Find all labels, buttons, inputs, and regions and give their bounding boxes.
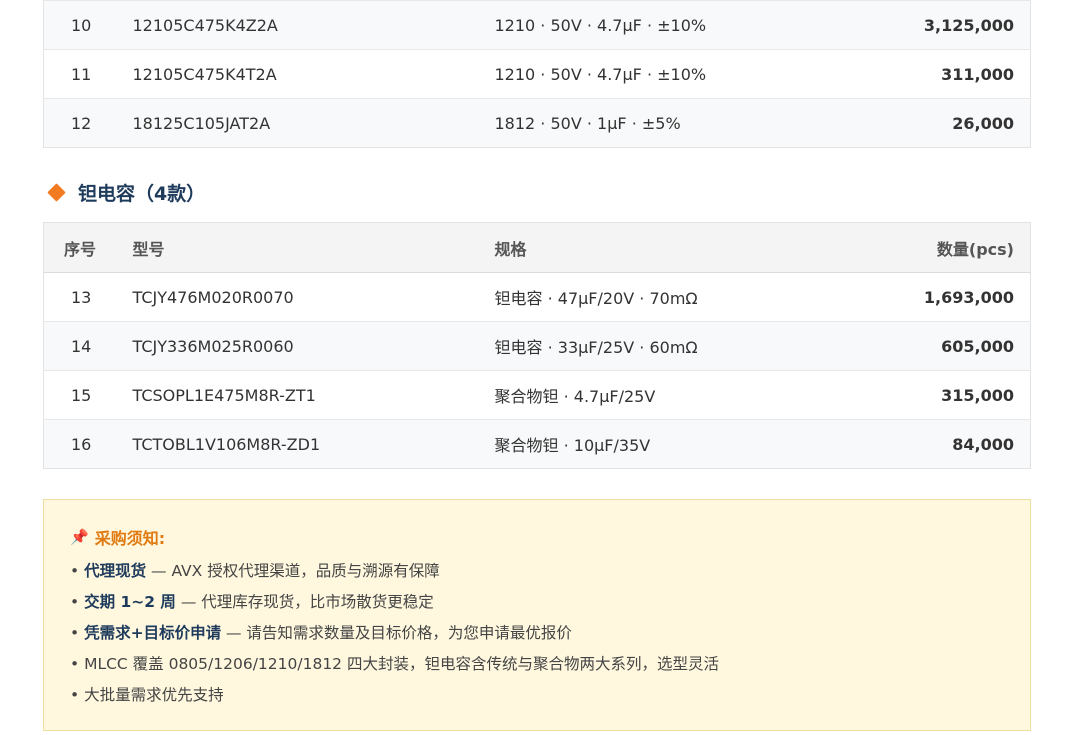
header-index: 序号: [43, 222, 132, 273]
row-index: 15: [43, 370, 132, 420]
notice-item: • 交期 1~2 周 — 代理库存现货，比市场散货更稳定: [70, 593, 434, 611]
row-model: 18125C105JAT2A: [131, 98, 494, 148]
notice-item: • 代理现货 — AVX 授权代理渠道，品质与溯源有保障: [70, 562, 440, 580]
notice-item-bold: 交期 1~2 周: [84, 593, 176, 611]
row-spec: 1812 · 50V · 1μF · ±5%: [493, 98, 896, 148]
row-spec: 1210 · 50V · 4.7μF · ±10%: [493, 0, 896, 50]
row-index: 12: [43, 98, 132, 148]
notice-title: 📌 采购须知:: [70, 525, 1004, 549]
table-row: 11 12105C475K4T2A 1210 · 50V · 4.7μF · ±…: [43, 49, 1031, 99]
row-index: 16: [43, 419, 132, 469]
table-row: 15 TCSOPL1E475M8R-ZT1 聚合物钽 · 4.7μF/25V 3…: [43, 370, 1031, 420]
row-quantity: 315,000: [895, 370, 1031, 420]
notice-item-bold: 凭需求+目标价申请: [84, 624, 222, 642]
row-spec: 聚合物钽 · 10μF/35V: [493, 419, 896, 469]
table-row: 16 TCTOBL1V106M8R-ZD1 聚合物钽 · 10μF/35V 84…: [43, 419, 1031, 469]
row-index: 13: [43, 272, 132, 322]
row-spec: 1210 · 50V · 4.7μF · ±10%: [493, 49, 896, 99]
row-quantity: 26,000: [895, 98, 1031, 148]
row-model: 12105C475K4Z2A: [131, 0, 494, 50]
notice-item-text: — 代理库存现货，比市场散货更稳定: [175, 593, 434, 611]
row-model: TCTOBL1V106M8R-ZD1: [131, 419, 494, 469]
notice-item: • 大批量需求优先支持: [70, 686, 224, 704]
row-model: TCSOPL1E475M8R-ZT1: [131, 370, 494, 420]
row-model: TCJY336M025R0060: [131, 321, 494, 371]
notice-item-bold: 代理现货: [84, 562, 147, 580]
notice-item-text: — AVX 授权代理渠道，品质与溯源有保障: [146, 562, 440, 580]
notice-title-text: 采购须知:: [94, 529, 166, 548]
row-model: TCJY476M020R0070: [131, 272, 494, 322]
section-title-text: 钽电容（4款）: [78, 182, 206, 205]
table-header-row: 序号 型号 规格 数量(pcs): [43, 222, 1031, 273]
table-row: 12 18125C105JAT2A 1812 · 50V · 1μF · ±5%…: [43, 98, 1031, 148]
row-spec: 钽电容 · 47μF/20V · 70mΩ: [493, 272, 896, 322]
table-row: 14 TCJY336M025R0060 钽电容 · 33μF/25V · 60m…: [43, 321, 1031, 371]
row-quantity: 1,693,000: [895, 272, 1031, 322]
notice-item: • MLCC 覆盖 0805/1206/1210/1812 四大封装，钽电容含传…: [70, 655, 719, 673]
row-spec: 聚合物钽 · 4.7μF/25V: [493, 370, 896, 420]
purchase-notice: 📌 采购须知: • 代理现货 — AVX 授权代理渠道，品质与溯源有保障 • 交…: [43, 499, 1031, 731]
diamond-icon: [47, 182, 66, 202]
row-index: 11: [43, 49, 132, 99]
row-index: 10: [43, 0, 132, 50]
header-model: 型号: [131, 222, 494, 273]
header-quantity: 数量(pcs): [895, 222, 1031, 273]
table-row: 13 TCJY476M020R0070 钽电容 · 47μF/20V · 70m…: [43, 272, 1031, 322]
section-title-tantalum: 钽电容（4款）: [43, 168, 1031, 216]
notice-item: • 凭需求+目标价申请 — 请告知需求数量及目标价格，为您申请最优报价: [70, 624, 572, 642]
row-quantity: 311,000: [895, 49, 1031, 99]
header-spec: 规格: [493, 222, 896, 273]
notice-item-text: 大批量需求优先支持: [84, 686, 224, 704]
tantalum-table: 序号 型号 规格 数量(pcs) 13 TCJY476M020R0070 钽电容…: [43, 222, 1031, 469]
table-row: 10 12105C475K4Z2A 1210 · 50V · 4.7μF · ±…: [43, 0, 1031, 50]
notice-item-text: — 请告知需求数量及目标价格，为您申请最优报价: [221, 624, 572, 642]
row-index: 14: [43, 321, 132, 371]
row-quantity: 605,000: [895, 321, 1031, 371]
row-quantity: 3,125,000: [895, 0, 1031, 50]
mlcc-table: 10 12105C475K4Z2A 1210 · 50V · 4.7μF · ±…: [43, 0, 1031, 148]
row-model: 12105C475K4T2A: [131, 49, 494, 99]
page-content: 10 12105C475K4Z2A 1210 · 50V · 4.7μF · ±…: [43, 0, 1031, 731]
notice-item-text: MLCC 覆盖 0805/1206/1210/1812 四大封装，钽电容含传统与…: [84, 655, 719, 673]
row-spec: 钽电容 · 33μF/25V · 60mΩ: [493, 321, 896, 371]
row-quantity: 84,000: [895, 419, 1031, 469]
pushpin-icon: 📌: [70, 528, 89, 546]
